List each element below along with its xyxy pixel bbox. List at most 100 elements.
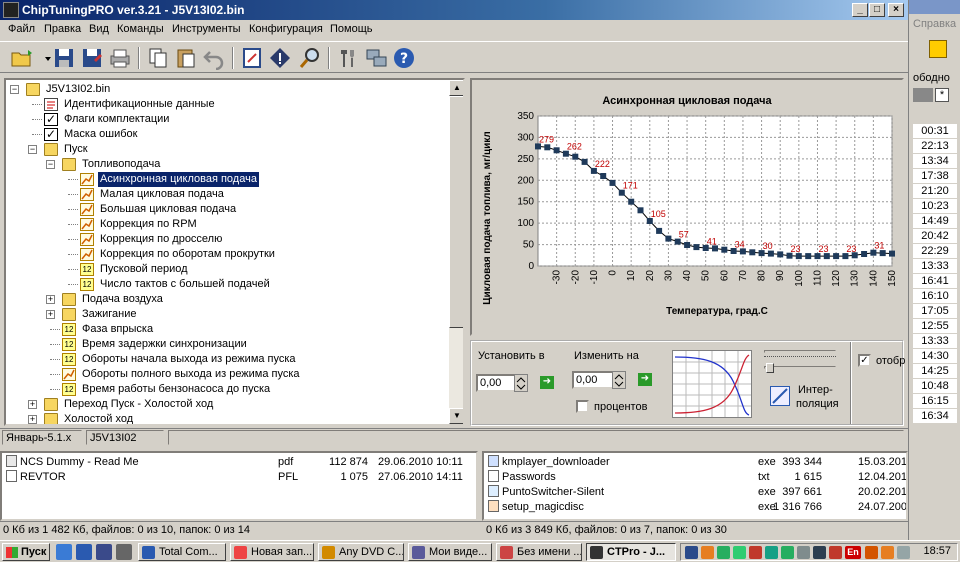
data-point[interactable]	[767, 250, 774, 257]
data-point[interactable]	[833, 253, 840, 260]
ie-icon[interactable]	[56, 544, 72, 560]
data-point[interactable]	[553, 147, 560, 154]
apply-change-button[interactable]: ➜	[638, 373, 652, 386]
display-checkbox[interactable]: ✓	[858, 354, 871, 367]
bg-time-cell[interactable]: 13:33	[913, 259, 957, 273]
set-to-spinner[interactable]	[514, 374, 528, 392]
file-row[interactable]: PuntoSwitcher-Silent exe 397 661 20.02.2010…	[486, 485, 906, 500]
bg-time-cell[interactable]: 10:48	[913, 379, 957, 393]
network-icon[interactable]	[364, 46, 388, 70]
range-slider-track[interactable]	[764, 366, 836, 369]
bg-time-cell[interactable]: 13:34	[913, 154, 957, 168]
change-by-spinner[interactable]	[612, 371, 626, 389]
quick-launch-icon[interactable]	[76, 544, 92, 560]
menu-commands[interactable]: Команды	[117, 23, 164, 35]
bg-time-cell[interactable]: 10:23	[913, 199, 957, 213]
info-icon[interactable]	[268, 46, 292, 70]
undo-icon[interactable]	[202, 46, 226, 71]
data-point[interactable]	[665, 235, 672, 242]
print-icon[interactable]	[108, 46, 132, 70]
data-point[interactable]	[777, 251, 784, 258]
tray-app-icon[interactable]	[717, 546, 730, 559]
tray-app-icon[interactable]	[765, 546, 778, 559]
data-point[interactable]	[637, 207, 644, 214]
apply-set-button[interactable]: ➜	[540, 376, 554, 389]
bg-time-cell[interactable]: 00:31	[913, 124, 957, 138]
file-row[interactable]: kmplayer_downloader exe 393 344 15.03.2013 …	[486, 455, 906, 470]
tray-app-icon[interactable]	[865, 546, 878, 559]
open-dropdown-icon[interactable]	[36, 46, 51, 70]
bg-time-cell[interactable]: 17:05	[913, 304, 957, 318]
maximize-button[interactable]: □	[869, 3, 885, 17]
menu-view[interactable]: Вид	[89, 23, 109, 35]
utorrent-icon[interactable]	[781, 546, 794, 559]
bg-time-cell[interactable]: 13:33	[913, 334, 957, 348]
scroll-thumb[interactable]	[449, 96, 463, 328]
tree-expander[interactable]: +	[46, 295, 55, 304]
data-point[interactable]	[879, 250, 886, 257]
right-file-panel[interactable]: kmplayer_downloader exe 393 344 15.03.2013 …	[482, 451, 908, 521]
data-point[interactable]	[609, 179, 616, 186]
bg-time-cell[interactable]: 16:15	[913, 394, 957, 408]
data-point[interactable]	[544, 144, 551, 151]
menu-config[interactable]: Конфигурация	[249, 23, 323, 35]
tray-app-icon[interactable]	[829, 546, 842, 559]
interpolation-icon[interactable]	[770, 386, 790, 406]
save-as-icon[interactable]	[80, 46, 104, 70]
taskbar-button[interactable]: Мои виде...	[408, 543, 492, 561]
taskbar-button[interactable]: Без имени ...	[496, 543, 582, 561]
bg-time-cell[interactable]: 16:10	[913, 289, 957, 303]
close-button[interactable]: ×	[888, 3, 904, 17]
background-window[interactable]: Справка ободно * 00:31 22:13 13:34 17:38 21:…	[908, 0, 960, 540]
range-slider-thumb[interactable]	[766, 363, 774, 373]
bg-time-cell[interactable]: 16:34	[913, 409, 957, 423]
curve-preview[interactable]	[672, 350, 752, 418]
copy-icon[interactable]	[146, 46, 170, 70]
clock[interactable]: 18:57	[923, 545, 951, 557]
data-point[interactable]	[600, 173, 607, 179]
tray-app-icon[interactable]	[749, 546, 762, 559]
percent-checkbox[interactable]	[576, 400, 589, 413]
bg-time-cell[interactable]: 22:13	[913, 139, 957, 153]
scroll-up-button[interactable]: ▲	[449, 80, 463, 96]
data-point[interactable]	[581, 158, 588, 165]
bg-time-cell[interactable]: 22:29	[913, 244, 957, 258]
minimize-button[interactable]: _	[852, 3, 868, 17]
menu-file[interactable]: Файл	[8, 23, 35, 35]
bg-time-cell[interactable]: 16:41	[913, 274, 957, 288]
file-row[interactable]: setup_magicdiscexe1 316 76624.07.2008 13…	[486, 500, 906, 515]
taskbar-button[interactable]: CTPro - J...	[586, 543, 676, 561]
data-point[interactable]	[572, 153, 579, 160]
data-point[interactable]	[721, 246, 728, 253]
tree-expander[interactable]: +	[46, 310, 55, 319]
menu-tools[interactable]: Инструменты	[172, 23, 241, 35]
data-point[interactable]	[656, 227, 663, 234]
bg-time-cell[interactable]: 12:55	[913, 319, 957, 333]
data-point[interactable]	[805, 253, 812, 260]
data-point[interactable]	[684, 242, 691, 248]
data-point[interactable]	[889, 250, 895, 257]
save-icon[interactable]	[52, 46, 76, 70]
tree-expander[interactable]: −	[28, 145, 37, 154]
scroll-down-button[interactable]: ▼	[449, 408, 463, 424]
open-folder-icon[interactable]	[10, 46, 34, 70]
tree-expander[interactable]: +	[28, 415, 37, 424]
tray-app-icon[interactable]	[813, 546, 826, 559]
tray-app-icon[interactable]	[797, 546, 810, 559]
tray-app-icon[interactable]	[685, 546, 698, 559]
bg-time-cell[interactable]: 14:30	[913, 349, 957, 363]
tray-app-icon[interactable]	[733, 546, 746, 559]
file-row[interactable]: REVTOR PFL 1 075 27.06.2010 14:11	[4, 470, 476, 485]
save-icon[interactable]	[96, 544, 112, 560]
data-point[interactable]	[749, 249, 756, 256]
taskbar-button[interactable]: Новая зап...	[230, 543, 314, 561]
left-file-panel[interactable]: NCS Dummy - Read Me pdf 112 874 29.06.2010 …	[0, 451, 478, 521]
menu-help[interactable]: Помощь	[330, 23, 373, 35]
bg-help-menu[interactable]: Справка	[913, 18, 956, 30]
tree-expander[interactable]: −	[46, 160, 55, 169]
data-point[interactable]	[693, 244, 700, 251]
tools-icon[interactable]	[336, 46, 360, 70]
bg-time-cell[interactable]: 20:42	[913, 229, 957, 243]
quick-launch-icon[interactable]	[116, 544, 132, 560]
bg-time-cell[interactable]: 14:49	[913, 214, 957, 228]
